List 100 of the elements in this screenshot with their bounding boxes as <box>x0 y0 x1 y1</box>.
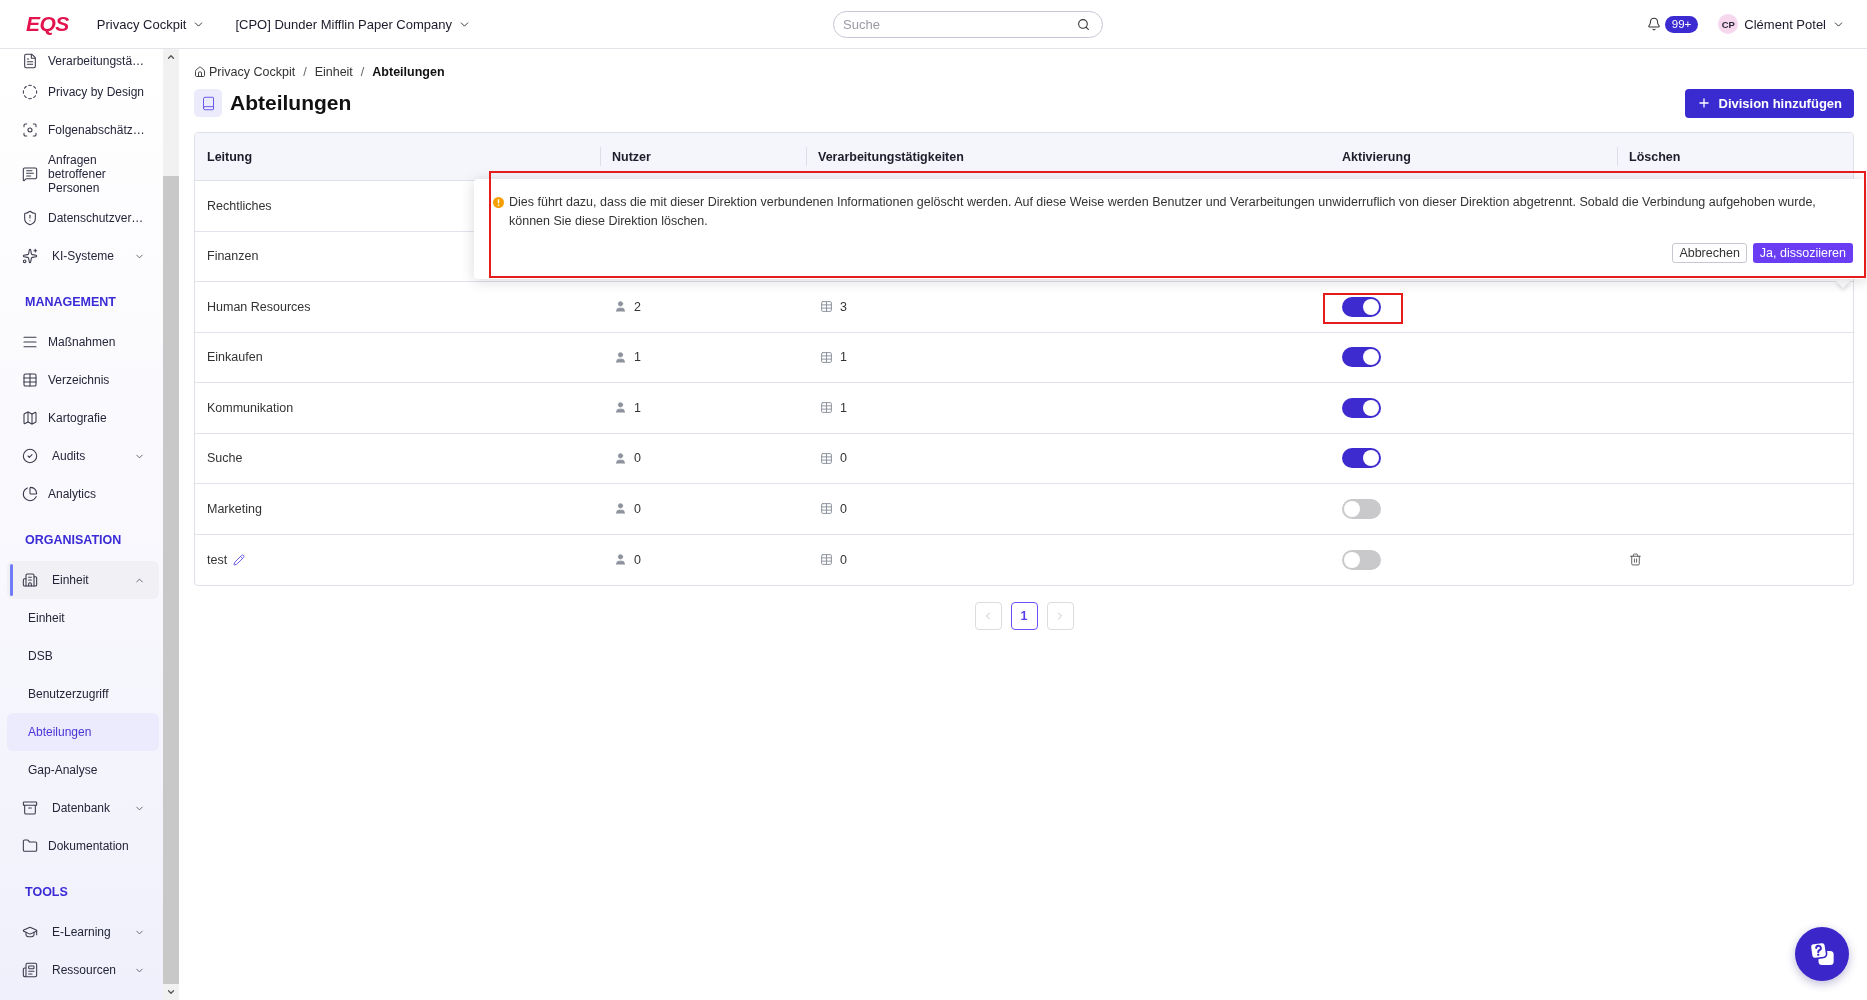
folder-icon <box>22 838 38 854</box>
scroll-down-icon <box>166 987 176 997</box>
archive-icon <box>22 800 38 816</box>
check-circle-icon <box>22 448 38 464</box>
user-count: 0 <box>634 501 641 516</box>
pencil-icon <box>233 553 246 566</box>
sidebar-group[interactable]: Datenbank <box>7 789 159 827</box>
sidebar-group[interactable]: Ressourcen <box>7 951 159 989</box>
map-icon <box>22 410 38 426</box>
graduation-cap-icon <box>22 924 38 940</box>
focus-frame-icon <box>22 122 38 138</box>
department-name: Kommunikation <box>207 400 294 415</box>
popover-message: Dies führt dazu, dass die mit dieser Direktion verbundenen Informationen gelöscht werden. Auf diese Weise werden Benutzer und Verarbeitungen unwiderruflich von dieser Direktion abgetrennt. Sobald die Verbindung aufgehoben wurde, können Sie diese Direktion löschen. <box>509 194 1817 230</box>
sidebar-item[interactable]: Verarbeitungstä… <box>7 49 159 73</box>
sidebar-item[interactable]: Datenschutzver… <box>7 199 159 237</box>
sidebar-subitem[interactable]: DSB <box>7 637 159 675</box>
sidebar-item[interactable]: Dokumentation <box>7 827 159 865</box>
confirm-button[interactable]: Ja, dissoziieren <box>1752 243 1853 263</box>
section-heading: ORGANISATION <box>24 532 123 549</box>
user-count: 1 <box>634 350 641 365</box>
newspaper-icon <box>22 962 38 978</box>
activity-count: 1 <box>840 400 847 415</box>
sidebar-group[interactable]: Einheit <box>7 561 159 599</box>
module-switcher[interactable]: Privacy Cockpit <box>96 16 206 32</box>
sidebar-group[interactable]: Audits <box>7 437 159 475</box>
department-name: Suche <box>207 451 243 466</box>
home-icon <box>194 66 206 78</box>
delete-button[interactable] <box>1629 553 1642 567</box>
sidebar-subitem[interactable]: Einheit <box>7 599 159 637</box>
add-division-button[interactable]: Division hinzufügen <box>1684 88 1854 118</box>
cancel-button[interactable]: Abbrechen <box>1672 243 1747 263</box>
message-icon <box>22 166 38 182</box>
sidebar-subitem[interactable]: Gap-Analyse <box>7 751 159 789</box>
book-icon <box>194 89 222 117</box>
department-name: Finanzen <box>207 249 259 264</box>
sidebar-item[interactable]: Verzeichnis <box>7 361 159 399</box>
toggle-switch[interactable] <box>1342 347 1381 368</box>
notifications-button[interactable]: 99+ <box>1646 15 1699 33</box>
section-heading: MANAGEMENT <box>24 294 117 311</box>
table-icon <box>22 372 38 388</box>
trash-icon <box>1629 553 1642 567</box>
toggle-switch[interactable] <box>1342 296 1381 317</box>
company-switcher[interactable]: [CPO] Dunder Mifflin Paper Company <box>235 16 471 32</box>
user-icon <box>614 300 627 314</box>
search-field[interactable]: Suche <box>833 10 1103 38</box>
dashed-circle-icon <box>22 84 38 100</box>
table-icon <box>820 401 833 415</box>
table-icon <box>820 502 833 516</box>
search-icon <box>1077 17 1090 31</box>
section-heading: TOOLS <box>24 884 69 901</box>
user-menu[interactable]: CP Clément Potel <box>1718 14 1845 34</box>
sidebar-subitem[interactable]: Abteilungen <box>7 713 159 751</box>
sidebar-item[interactable]: Anfragen betroffener Personen <box>7 149 159 199</box>
notification-count: 99+ <box>1664 15 1699 33</box>
user-count: 2 <box>634 299 641 314</box>
sidebar-item[interactable]: Analytics <box>7 475 159 513</box>
user-icon <box>614 502 627 516</box>
user-icon <box>614 553 627 567</box>
sidebar-group[interactable]: KI-Systeme <box>7 237 159 275</box>
user-count: 0 <box>634 552 641 567</box>
activity-count: 1 <box>840 350 847 365</box>
sidebar-item[interactable]: Maßnahmen <box>7 323 159 361</box>
shield-alert-icon <box>22 210 38 226</box>
toggle-switch[interactable] <box>1342 498 1381 519</box>
breadcrumb-link[interactable]: Privacy Cockpit <box>194 63 296 81</box>
user-count: 1 <box>634 400 641 415</box>
table-icon <box>820 350 833 364</box>
scroll-up-icon <box>166 52 176 62</box>
help-button[interactable] <box>1795 927 1849 981</box>
toggle-switch[interactable] <box>1342 549 1381 570</box>
list-lines-icon <box>22 334 38 350</box>
pie-chart-icon <box>22 486 38 502</box>
sidebar-item[interactable]: Kartografie <box>7 399 159 437</box>
sidebar-item[interactable]: Privacy by Design <box>7 73 159 111</box>
activity-count: 0 <box>840 501 847 516</box>
plus-icon <box>1696 96 1711 110</box>
sidebar-subitem[interactable]: Benutzerzugriff <box>7 675 159 713</box>
scrollbar-thumb[interactable] <box>163 176 179 984</box>
warning-icon <box>493 197 504 208</box>
building-icon <box>22 572 38 588</box>
scrollbar[interactable] <box>163 49 179 1000</box>
table-icon <box>820 553 833 567</box>
page-title: Abteilungen <box>230 91 352 115</box>
toggle-switch[interactable] <box>1342 448 1381 469</box>
breadcrumb-separator: / <box>360 64 365 81</box>
toggle-switch[interactable] <box>1342 397 1381 418</box>
table-icon <box>820 451 833 465</box>
document-icon <box>22 53 38 69</box>
department-name: Einkaufen <box>207 350 263 365</box>
edit-button[interactable] <box>233 553 246 566</box>
department-name: Rechtliches <box>207 198 272 213</box>
breadcrumb-link[interactable]: Einheit <box>314 63 353 81</box>
sidebar-item[interactable]: Folgenabschätz… <box>7 111 159 149</box>
help-chat-icon <box>1808 940 1836 968</box>
page-button[interactable]: 1 <box>1010 602 1038 630</box>
breadcrumb-current: Abteilungen <box>372 64 445 81</box>
sidebar-group[interactable]: E-Learning <box>7 913 159 951</box>
user-count: 0 <box>634 451 641 466</box>
department-name: Human Resources <box>207 299 311 314</box>
department-name: Marketing <box>207 501 262 516</box>
